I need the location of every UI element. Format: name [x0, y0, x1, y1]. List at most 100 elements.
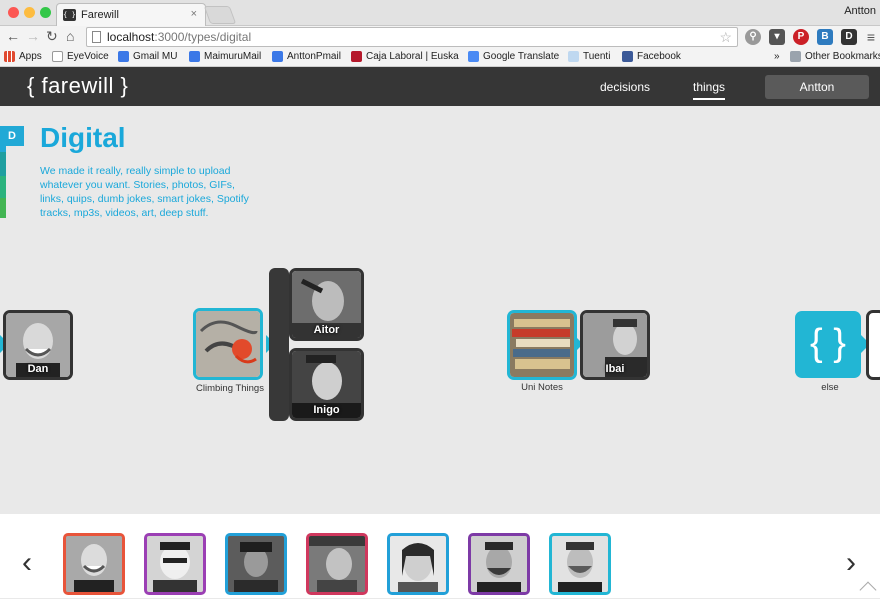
thing-card-climbing[interactable]: [193, 308, 263, 380]
page-title: Digital: [40, 122, 126, 153]
thing-label: Uni Notes: [521, 382, 563, 393]
bookmark-star-icon[interactable]: ☆: [719, 28, 732, 46]
bookmark-label: Tuenti: [583, 51, 611, 62]
type-description: We made it really, really simple to uplo…: [40, 165, 249, 219]
extension-icon[interactable]: ⚲: [745, 29, 761, 45]
bookmark-label: Google Translate: [483, 51, 560, 62]
person-card-ibai[interactable]: Ibai: [580, 310, 650, 380]
bookmark-label: Facebook: [637, 51, 681, 62]
pocket-icon[interactable]: ▾: [769, 29, 785, 45]
apps-grid-icon: [4, 51, 15, 62]
pinterest-icon[interactable]: P: [793, 29, 809, 45]
tab-title: Farewill: [81, 9, 119, 21]
thing-card-else[interactable]: { }: [795, 311, 861, 378]
reload-icon[interactable]: ↻: [46, 28, 58, 45]
bookmark-label: Apps: [19, 51, 42, 62]
page-icon: [92, 31, 101, 43]
portrait-photo: [147, 536, 203, 592]
bookmark-label: EyeVoice: [67, 51, 109, 62]
person-card-inigo[interactable]: Inigo: [289, 348, 364, 421]
card-name: Dan: [27, 363, 49, 375]
scroll-up-icon[interactable]: [859, 581, 877, 599]
person-card-partial[interactable]: [866, 310, 880, 380]
bookmark-label: AnttonPmail: [287, 51, 341, 62]
thing-card-uni-notes[interactable]: [507, 310, 577, 380]
google-icon: [272, 51, 283, 62]
portrait-photo: [228, 536, 284, 592]
thing-label: else: [821, 382, 839, 393]
carousel-thumb[interactable]: [387, 533, 449, 595]
type-strip-3[interactable]: [0, 176, 6, 198]
app-header: { farewill } decisions things Antton: [0, 67, 880, 106]
portrait-photo: [66, 536, 122, 592]
carousel-thumb[interactable]: [468, 533, 530, 595]
carousel-prev-icon[interactable]: ‹: [22, 546, 32, 580]
browser-toolbar: ← → ↻ ⌂ localhost:3000/types/digital ☆ ⚲…: [0, 26, 880, 48]
facebook-icon: [622, 51, 633, 62]
bookmark-apps[interactable]: Apps: [4, 51, 42, 62]
browser-tab-bar: { } Farewill × Antton: [0, 0, 880, 26]
buffer-icon[interactable]: B: [817, 29, 833, 45]
bookmark-gmail-mu[interactable]: Gmail MU: [118, 51, 177, 62]
bookmark-label: MaimuruMail: [204, 51, 262, 62]
portrait-photo: [309, 536, 365, 592]
minimize-window-button[interactable]: [24, 7, 35, 18]
people-carousel: ‹ ›: [0, 514, 880, 599]
type-strip-4[interactable]: [0, 198, 6, 218]
carousel-thumb[interactable]: [549, 533, 611, 595]
forward-icon[interactable]: →: [26, 28, 40, 44]
google-icon: [189, 51, 200, 62]
readability-icon[interactable]: D: [841, 29, 857, 45]
bookmark-maimurumail[interactable]: MaimuruMail: [189, 51, 261, 62]
card-name: Ibai: [605, 363, 625, 375]
card-name: Aitor: [313, 324, 340, 336]
app-logo[interactable]: { farewill }: [27, 73, 128, 99]
new-tab-button[interactable]: [203, 6, 237, 24]
bookmark-facebook[interactable]: Facebook: [622, 51, 681, 62]
type-badge: D: [0, 126, 24, 146]
thing-photo: [196, 311, 260, 377]
bookmark-google-translate[interactable]: Google Translate: [468, 51, 559, 62]
person-card-dan[interactable]: Dan: [3, 310, 73, 380]
thing-label: Climbing Things: [196, 383, 264, 394]
carousel-thumb[interactable]: [306, 533, 368, 595]
back-icon[interactable]: ←: [6, 28, 20, 44]
bookmark-label: Gmail MU: [133, 51, 178, 62]
close-window-button[interactable]: [8, 7, 19, 18]
tab-close-icon[interactable]: ×: [191, 8, 197, 20]
bookmark-label: Other Bookmarks: [805, 51, 880, 62]
bookmark-anttonpmail[interactable]: AnttonPmail: [272, 51, 341, 62]
nav-things[interactable]: things: [693, 80, 726, 100]
carousel-thumb[interactable]: [144, 533, 206, 595]
carousel-thumb[interactable]: [63, 533, 125, 595]
bookmark-caja-laboral[interactable]: Caja Laboral | Euska: [351, 51, 459, 62]
person-card-aitor[interactable]: Aitor: [289, 268, 364, 341]
url-host: localhost: [107, 30, 155, 44]
browser-tab[interactable]: { } Farewill ×: [56, 3, 206, 26]
home-icon[interactable]: ⌂: [66, 28, 74, 44]
maximize-window-button[interactable]: [40, 7, 51, 18]
carousel-next-icon[interactable]: ›: [846, 546, 856, 580]
type-stage: D Digital We made it really, really simp…: [0, 106, 880, 514]
menu-icon[interactable]: ≡: [863, 29, 879, 45]
user-menu-button[interactable]: Antton: [765, 75, 869, 99]
type-strip-2[interactable]: [0, 152, 6, 176]
folder-icon: [568, 51, 579, 62]
folder-icon: [790, 51, 801, 62]
bookmark-eyevoice[interactable]: EyeVoice: [52, 51, 109, 62]
bookmarks-overflow[interactable]: »: [774, 51, 780, 62]
group-brace: [269, 268, 289, 421]
favicon-icon: { }: [63, 9, 76, 21]
carousel-thumb[interactable]: [225, 533, 287, 595]
address-bar[interactable]: localhost:3000/types/digital ☆: [86, 27, 738, 47]
bookmark-tuenti[interactable]: Tuenti: [568, 51, 610, 62]
card-name: Inigo: [313, 404, 340, 416]
portrait-photo: [390, 536, 446, 592]
portrait-photo: [552, 536, 608, 592]
translate-icon: [468, 51, 479, 62]
browser-profile-name[interactable]: Antton: [844, 5, 876, 17]
bank-icon: [351, 51, 362, 62]
nav-decisions[interactable]: decisions: [600, 80, 650, 94]
portrait-photo: [471, 536, 527, 592]
other-bookmarks[interactable]: Other Bookmarks: [790, 51, 880, 62]
